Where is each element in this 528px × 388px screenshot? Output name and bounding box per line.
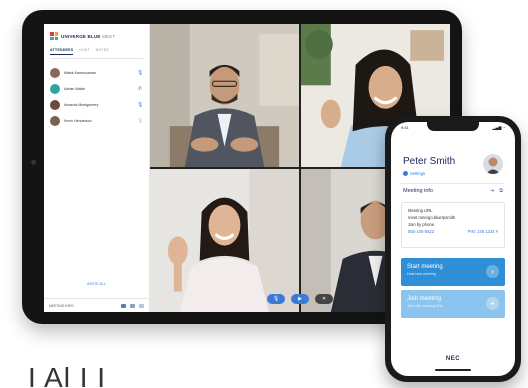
arrow-right-icon: › — [486, 265, 499, 278]
copy-icon[interactable]: ⧉ — [499, 188, 503, 194]
video-button[interactable]: ▶ — [291, 294, 309, 304]
avatar — [50, 84, 60, 94]
tab-chat[interactable]: CHAT — [79, 48, 89, 55]
phone-device: 9:41 ▂▄▆ ◔ Peter Smith Settings Meeting … — [385, 116, 521, 382]
attendee-list: Malek Kamruzaman 🎙 Adrian Walsh ✆ Amanda… — [50, 65, 143, 129]
screen-share-icon[interactable] — [121, 303, 126, 308]
settings-link[interactable]: Settings — [403, 171, 425, 176]
meeting-url-value[interactable]: meet.mnergo.blue/psmith — [408, 214, 498, 221]
settings-label: Settings — [410, 171, 426, 176]
attendee-row[interactable]: Adrian Walsh ✆ — [50, 81, 143, 97]
sidebar-tabs: ATTENDEES CHAT NOTES — [50, 48, 143, 59]
mic-muted-icon[interactable]: 🎙 — [137, 118, 143, 124]
cropped-caption: I Al I I — [28, 364, 107, 388]
more-icon[interactable] — [139, 303, 144, 308]
avatar — [50, 100, 60, 110]
divider — [401, 183, 505, 184]
tab-notes[interactable]: NOTES — [96, 48, 109, 55]
phone-icon[interactable]: ✆ — [137, 86, 143, 92]
nec-logo: NEC — [445, 356, 461, 362]
join-meeting-button[interactable]: Join meeting Join with meeting URL + — [401, 290, 505, 318]
dial-in-number[interactable]: 555-100-5522 — [408, 228, 434, 235]
user-name: Peter Smith — [403, 156, 456, 167]
meeting-info-bar: MEETING INFO — [44, 298, 149, 312]
settings-icon — [403, 171, 408, 176]
brand-logo-icon — [50, 32, 58, 40]
share-icon[interactable]: ➜ — [490, 188, 494, 194]
attendee-row[interactable]: Malek Kamruzaman 🎙 — [50, 65, 143, 81]
join-by-phone-label: Join by phone — [408, 222, 435, 227]
phone-screen: 9:41 ▂▄▆ ◔ Peter Smith Settings Meeting … — [391, 122, 515, 376]
participant-video — [150, 169, 299, 312]
video-tile[interactable] — [150, 24, 299, 167]
home-indicator — [435, 369, 471, 371]
brand-name: UNIVERGE BLUE MEET — [61, 33, 116, 39]
mic-button[interactable]: 🎙 — [267, 294, 285, 304]
dial-in-pin: PIN: 135 1234 # — [467, 229, 498, 234]
settings-icon[interactable] — [130, 303, 135, 308]
end-call-button[interactable]: ✕ — [315, 294, 333, 304]
attendee-sidebar: UNIVERGE BLUE MEET ATTENDEES CHAT NOTES … — [44, 24, 150, 312]
avatar[interactable] — [483, 154, 503, 174]
meeting-info-title: Meeting info — [403, 188, 433, 194]
status-time: 9:41 — [401, 125, 409, 130]
participant-video — [150, 24, 299, 167]
brand-header: UNIVERGE BLUE MEET — [50, 32, 143, 40]
mic-icon[interactable]: 🎙 — [137, 102, 143, 108]
attendee-name: Kevin Henderson — [64, 119, 92, 123]
meeting-info-card: Meeting URL meet.mnergo.blue/psmith Join… — [401, 202, 505, 248]
meeting-info-label: MEETING INFO — [49, 303, 74, 308]
attendee-row[interactable]: Kevin Henderson 🎙 — [50, 113, 143, 129]
attendee-name: Adrian Walsh — [64, 87, 86, 91]
meeting-url-label: Meeting URL — [408, 208, 433, 213]
tablet-camera — [31, 160, 36, 165]
mic-icon[interactable]: 🎙 — [137, 70, 143, 76]
plus-icon: + — [486, 297, 499, 310]
status-bar: 9:41 ▂▄▆ ◔ — [401, 125, 505, 130]
dial-in-row: 555-100-5522 PIN: 135 1234 # — [408, 228, 498, 235]
avatar — [50, 116, 60, 126]
meeting-info-actions: ➜ ⧉ — [490, 188, 503, 194]
avatar — [50, 68, 60, 78]
video-tile[interactable] — [150, 169, 299, 312]
call-controls: 🎙 ▶ ✕ — [267, 294, 333, 304]
attendee-name: Malek Kamruzaman — [64, 71, 96, 75]
attendee-name: Amanda Montgomery — [64, 103, 99, 107]
invite-all-link[interactable]: INVITE ALL — [44, 282, 149, 286]
attendee-row[interactable]: Amanda Montgomery 🎙 — [50, 97, 143, 113]
tab-attendees[interactable]: ATTENDEES — [50, 48, 74, 55]
signal-icon: ▂▄▆ ◔ — [492, 125, 505, 130]
marketing-scene: UNIVERGE BLUE MEET ATTENDEES CHAT NOTES … — [0, 0, 528, 388]
start-meeting-button[interactable]: Start meeting Host new meeting › — [401, 258, 505, 286]
